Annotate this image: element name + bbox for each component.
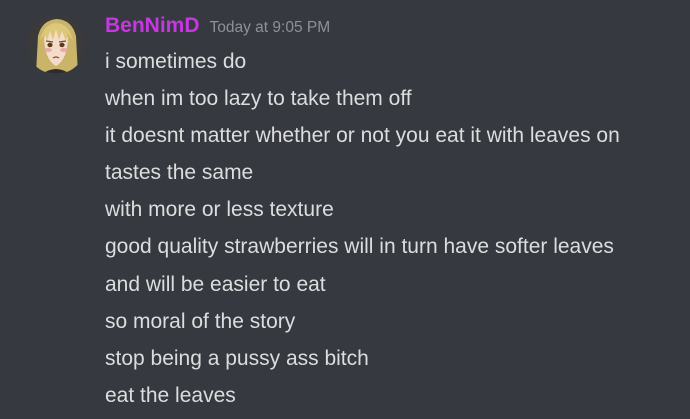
avatar[interactable] bbox=[26, 14, 86, 74]
timestamp[interactable]: Today at 9:05 PM bbox=[210, 19, 331, 37]
message-line: when im too lazy to take them off bbox=[105, 87, 412, 111]
message-line: tastes the same bbox=[105, 161, 254, 185]
anime-character-avatar-icon bbox=[26, 14, 86, 74]
username[interactable]: BenNimD bbox=[105, 14, 200, 38]
message-line: and will be easier to eat bbox=[105, 272, 326, 296]
message-line: so moral of the story bbox=[105, 309, 296, 333]
message-line: stop being a pussy ass bitch bbox=[105, 346, 369, 370]
message-line: eat the leaves bbox=[105, 383, 236, 407]
message-line: i sometimes do bbox=[105, 50, 247, 73]
chat-message: BenNimD Today at 9:05 PM i sometimes do … bbox=[0, 0, 690, 419]
message-line: it doesnt matter whether or not you eat … bbox=[105, 124, 620, 148]
message-line: with more or less texture bbox=[105, 198, 334, 222]
message-body: i sometimes do when im too lazy to take … bbox=[105, 43, 682, 414]
message-line: good quality strawberries will in turn h… bbox=[105, 235, 614, 259]
